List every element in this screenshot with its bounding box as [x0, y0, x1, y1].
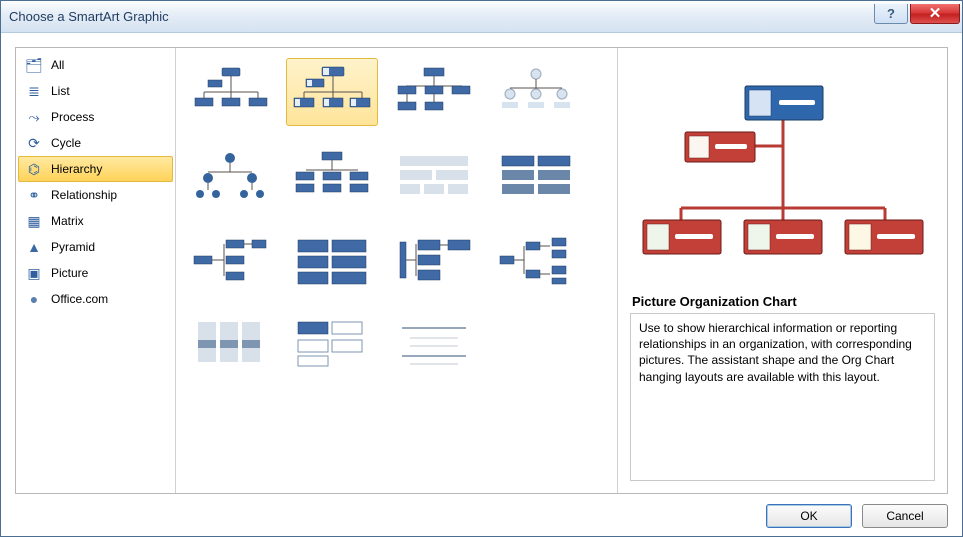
ok-button[interactable]: OK	[766, 504, 852, 528]
cycle-icon: ⟳	[25, 134, 43, 152]
layout-thumb[interactable]	[388, 310, 480, 378]
category-label: Hierarchy	[51, 162, 102, 176]
close-button[interactable]: ✕	[910, 4, 960, 24]
layout-thumb[interactable]	[286, 142, 378, 210]
layout-thumb[interactable]	[286, 226, 378, 294]
titlebar-buttons: ? ✕	[874, 10, 962, 24]
category-label: List	[51, 84, 70, 98]
layout-thumb[interactable]	[286, 310, 378, 378]
smartart-dialog: Choose a SmartArt Graphic ? ✕ 🗂 All ≣ Li…	[0, 0, 963, 537]
category-label: Matrix	[51, 214, 84, 228]
title-bar: Choose a SmartArt Graphic ? ✕	[1, 1, 962, 33]
category-label: Pyramid	[51, 240, 95, 254]
layout-thumb[interactable]	[388, 226, 480, 294]
dialog-buttons: OK Cancel	[15, 494, 948, 528]
category-officecom[interactable]: ● Office.com	[18, 286, 173, 312]
category-hierarchy[interactable]: ⌬ Hierarchy	[18, 156, 173, 182]
category-label: Office.com	[51, 292, 108, 306]
category-matrix[interactable]: ▦ Matrix	[18, 208, 173, 234]
all-icon: 🗂	[25, 56, 43, 74]
preview-image	[630, 58, 935, 288]
layout-thumb[interactable]	[184, 226, 276, 294]
globe-icon: ●	[25, 290, 43, 308]
layout-thumb[interactable]	[490, 142, 582, 210]
preview-pane: Picture Organization Chart Use to show h…	[617, 48, 947, 493]
category-process[interactable]: ⤳ Process	[18, 104, 173, 130]
layout-thumb[interactable]	[184, 58, 276, 126]
cancel-button[interactable]: Cancel	[862, 504, 948, 528]
matrix-icon: ▦	[25, 212, 43, 230]
preview-description: Use to show hierarchical information or …	[630, 313, 935, 481]
category-label: Relationship	[51, 188, 117, 202]
preview-title: Picture Organization Chart	[632, 294, 933, 309]
layout-gallery	[176, 48, 617, 493]
list-icon: ≣	[25, 82, 43, 100]
layout-thumb[interactable]	[388, 58, 480, 126]
picture-icon: ▣	[25, 264, 43, 282]
category-picture[interactable]: ▣ Picture	[18, 260, 173, 286]
category-label: Cycle	[51, 136, 81, 150]
category-sidebar: 🗂 All ≣ List ⤳ Process ⟳ Cycle ⌬ Hier	[16, 48, 176, 493]
hierarchy-icon: ⌬	[25, 160, 43, 178]
relationship-icon: ⚭	[25, 186, 43, 204]
category-label: All	[51, 58, 64, 72]
pyramid-icon: ▲	[25, 238, 43, 256]
category-all[interactable]: 🗂 All	[18, 52, 173, 78]
category-label: Process	[51, 110, 94, 124]
layout-thumb[interactable]	[490, 58, 582, 126]
panels: 🗂 All ≣ List ⤳ Process ⟳ Cycle ⌬ Hier	[15, 47, 948, 494]
process-icon: ⤳	[25, 108, 43, 126]
category-pyramid[interactable]: ▲ Pyramid	[18, 234, 173, 260]
help-button[interactable]: ?	[874, 4, 908, 24]
layout-thumb[interactable]	[388, 142, 480, 210]
category-relationship[interactable]: ⚭ Relationship	[18, 182, 173, 208]
category-label: Picture	[51, 266, 88, 280]
layout-thumb[interactable]	[184, 310, 276, 378]
layout-thumb[interactable]	[490, 226, 582, 294]
category-cycle[interactable]: ⟳ Cycle	[18, 130, 173, 156]
dialog-client: 🗂 All ≣ List ⤳ Process ⟳ Cycle ⌬ Hier	[1, 33, 962, 536]
window-title: Choose a SmartArt Graphic	[9, 9, 169, 24]
category-list[interactable]: ≣ List	[18, 78, 173, 104]
layout-thumb[interactable]	[286, 58, 378, 126]
layout-thumb[interactable]	[184, 142, 276, 210]
